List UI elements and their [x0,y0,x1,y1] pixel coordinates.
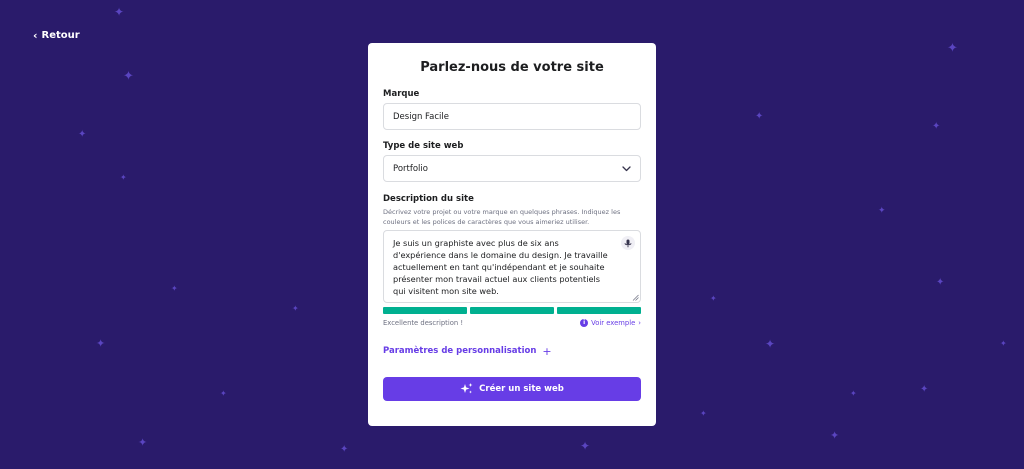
sparkle-icon: ✦ [920,384,929,395]
sparkle-icon: ✦ [755,111,764,122]
brand-value: Design Facile [393,111,449,122]
sparkle-icon: ✦ [171,284,178,293]
sparkle-icon: ✦ [765,337,776,351]
description-quality-meter [383,307,641,314]
sparkle-icon: ✦ [78,129,87,140]
sparkle-icon: ✦ [932,121,941,132]
description-textarea[interactable]: Je suis un graphiste avec plus de six an… [383,230,641,303]
site-details-card: Parlez-nous de votre site Marque Design … [368,43,656,426]
quality-row: Excellente description ! i Voir exemple … [383,318,641,328]
description-value: Je suis un graphiste avec plus de six an… [393,238,608,296]
sparkle-icon: ✦ [114,5,125,19]
sparkle-icon: ✦ [830,429,840,442]
sparkle-icon: ✦ [936,277,945,288]
customization-label: Paramètres de personnalisation [383,346,537,356]
back-link[interactable]: ‹ Retour [33,30,80,41]
chevron-left-icon: ‹ [33,29,38,42]
example-label: Voir exemple [591,319,636,327]
site-type-select[interactable]: Portfolio [383,155,641,182]
sparkle-icon: ✦ [1000,339,1007,348]
create-website-button[interactable]: Créer un site web [383,377,641,401]
site-type-value: Portfolio [393,163,428,174]
sparkle-icon: ✦ [120,173,127,182]
microphone-icon [624,239,632,247]
plus-icon: + [542,344,552,358]
sparkle-icon: ✦ [220,389,227,398]
quality-meter-segment [557,307,641,314]
back-label: Retour [41,30,80,41]
sparkles-icon [460,383,473,394]
sparkle-icon: ✦ [340,444,349,455]
info-icon: i [580,319,589,327]
sparkle-icon: ✦ [292,304,299,313]
sparkle-icon: ✦ [138,436,148,449]
sparkle-icon: ✦ [96,337,106,350]
sparkle-icon: ✦ [710,294,717,303]
brand-input[interactable]: Design Facile [383,103,641,130]
chevron-down-icon [622,165,631,171]
sparkle-icon: ✦ [878,206,886,216]
sparkle-icon: ✦ [123,69,134,84]
description-helper: Décrivez votre projet ou votre marque en… [383,208,621,226]
sparkle-icon: ✦ [947,41,958,56]
description-label: Description du site [383,194,474,204]
sparkle-icon: ✦ [850,389,857,398]
quality-status: Excellente description ! [383,319,464,327]
brand-label: Marque [383,89,420,99]
quality-meter-segment [470,307,554,314]
quality-meter-segment [383,307,467,314]
create-website-label: Créer un site web [479,384,564,394]
card-title: Parlez-nous de votre site [420,60,604,75]
microphone-button[interactable] [621,236,635,250]
example-link[interactable]: i Voir exemple › [580,319,641,327]
site-type-label: Type de site web [383,141,464,151]
sparkle-icon: ✦ [580,439,591,453]
customization-toggle[interactable]: Paramètres de personnalisation + [383,345,641,357]
sparkle-icon: ✦ [700,409,707,418]
chevron-right-icon: › [638,319,641,327]
resize-handle-icon[interactable] [632,294,639,301]
